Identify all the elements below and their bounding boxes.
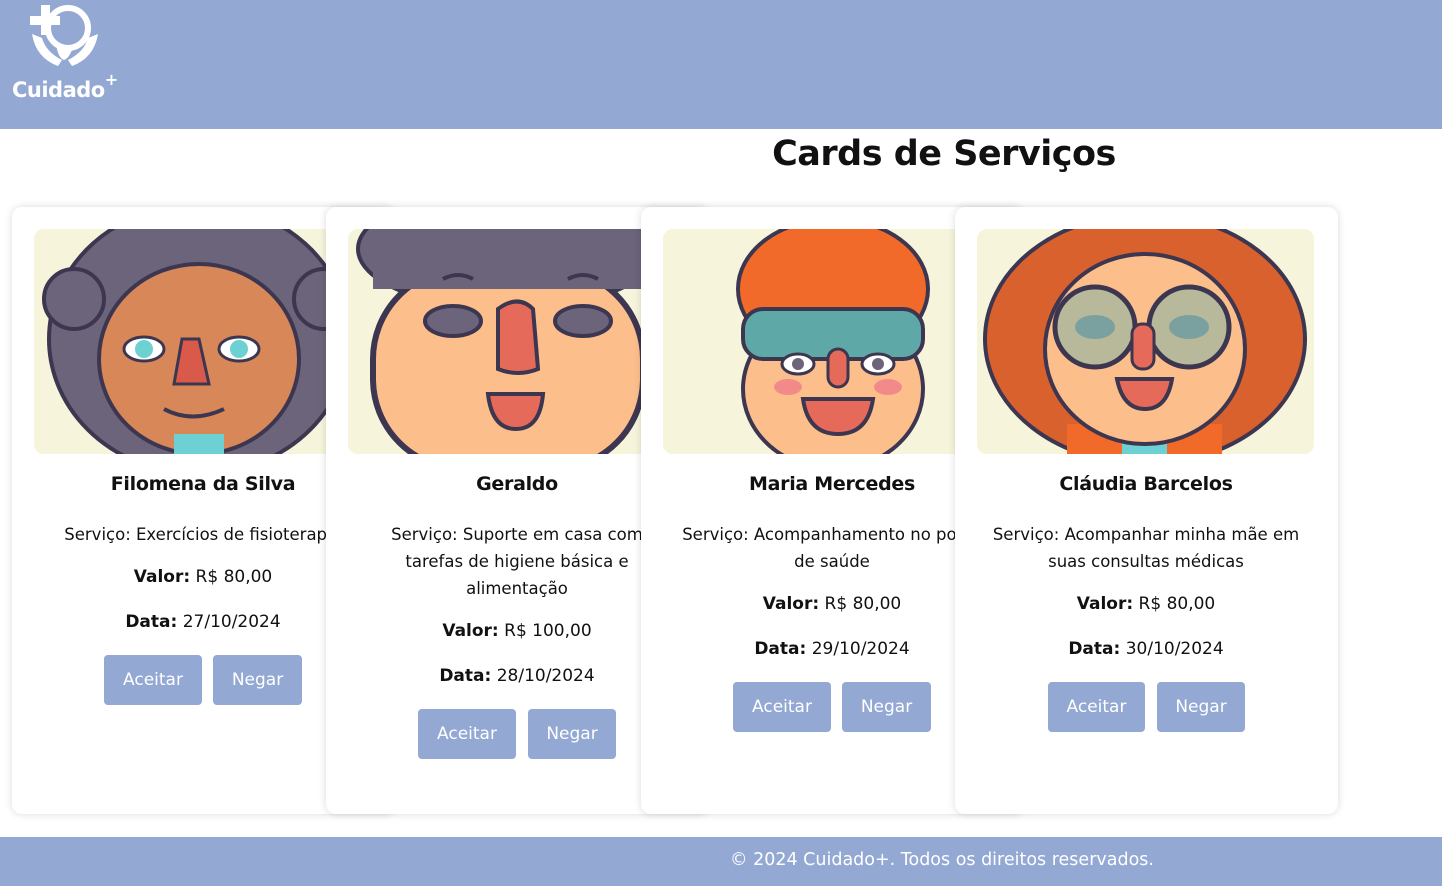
service-value: Valor: R$ 80,00: [1076, 594, 1216, 614]
caregiver-name: Cláudia Barcelos: [1059, 473, 1233, 495]
care-hands-icon: [30, 5, 98, 66]
service-card: Cláudia Barcelos Serviço: Acompanhar min…: [955, 207, 1338, 814]
avatar: [34, 229, 371, 454]
accept-button[interactable]: Aceitar: [1048, 682, 1145, 732]
avatar: [977, 229, 1314, 454]
accept-button[interactable]: Aceitar: [733, 682, 831, 732]
service-description: Serviço: Suporte em casa com tarefas de …: [391, 525, 643, 598]
accept-button[interactable]: Aceitar: [104, 655, 202, 705]
avatar: [348, 229, 685, 454]
avatar: [663, 229, 1000, 454]
brand-name: Cuidado+: [12, 70, 118, 102]
service-date: Data: 30/10/2024: [1068, 639, 1224, 659]
footer-copyright: © 2024 Cuidado+. Todos os direitos reser…: [730, 850, 1154, 870]
page-title: Cards de Serviços: [772, 134, 1116, 174]
service-description: Serviço: Acompanhamento no posto de saúd…: [682, 525, 982, 571]
deny-button[interactable]: Negar: [528, 709, 616, 759]
service-description: Serviço: Exercícios de fisioterapia: [64, 525, 342, 544]
accept-button[interactable]: Aceitar: [418, 709, 516, 759]
brand-logo[interactable]: Cuidado+: [10, 4, 130, 102]
deny-button[interactable]: Negar: [842, 682, 931, 732]
deny-button[interactable]: Negar: [1157, 682, 1245, 732]
service-description: Serviço: Acompanhar minha mãe em suas co…: [992, 525, 1300, 571]
site-footer: © 2024 Cuidado+. Todos os direitos reser…: [0, 837, 1442, 886]
deny-button[interactable]: Negar: [213, 655, 302, 705]
site-header: Cuidado+: [0, 0, 1442, 129]
